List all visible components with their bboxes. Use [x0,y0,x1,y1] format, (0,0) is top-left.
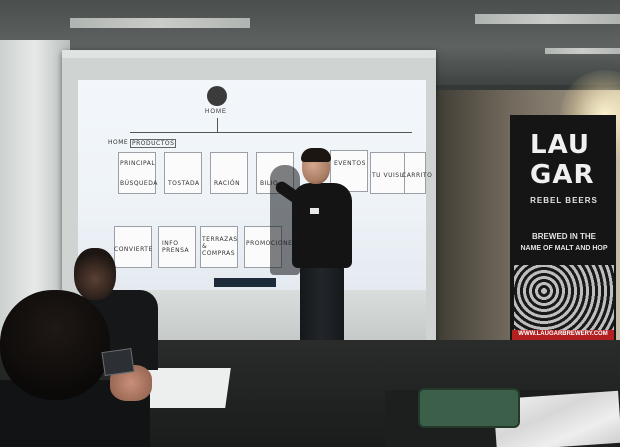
banner-brand-line1: LAU [530,130,591,160]
banner-tagline-2: NAME OF MALT AND HOP [520,245,608,252]
sketch-note [210,152,248,194]
projected-home-label: HOME [205,109,227,115]
projector-screen-bar [62,50,436,58]
ceiling-light [545,48,620,54]
banner-subtitle: REBEL BEERS [530,196,598,205]
phone-camera [101,348,135,376]
sketch-note-label: INFO PRENSA [162,240,190,254]
banner-tagline-1: BREWED IN THE [532,232,596,241]
sketch-line [130,132,412,133]
presenter-name-badge [310,208,319,214]
sketch-note-label: EVENTOS [334,160,366,167]
sketch-note-label: PRINCIPAL [120,160,156,167]
banner-url: WWW.LAUGARBREWERY.COM [518,331,608,337]
projected-logo [207,86,227,106]
green-bag [418,388,520,428]
sketch-note-label: TOSTADA [168,180,200,187]
foreground-attendee-head [0,290,110,400]
banner-brand-line2: GAR [530,160,595,190]
sketch-line [217,118,218,132]
sketch-note-label: BÚSQUEDA [120,180,158,187]
sketch-home-tag: HOME [108,139,129,146]
sketch-note [164,152,202,194]
ceiling-light [70,18,250,28]
sketch-note-label: CARRITO [402,172,433,179]
presenter-hair [301,148,331,162]
sketch-note-label: TERRAZAS & COMPRAS [202,236,238,257]
sketch-note-label: RACIÓN [214,180,241,187]
banner-illustration [514,265,614,330]
sketch-note-label: CONVIERTE [114,246,153,253]
slide-toolbar [214,278,276,287]
ceiling-light [475,14,620,24]
attendee-head [74,248,116,300]
presentation-scene: HOME HOME PRODUCTOS PRINCIPAL BÚSQUEDA T… [0,0,620,447]
sketch-note [118,152,156,194]
sketch-productos-tag: PRODUCTOS [130,139,177,148]
